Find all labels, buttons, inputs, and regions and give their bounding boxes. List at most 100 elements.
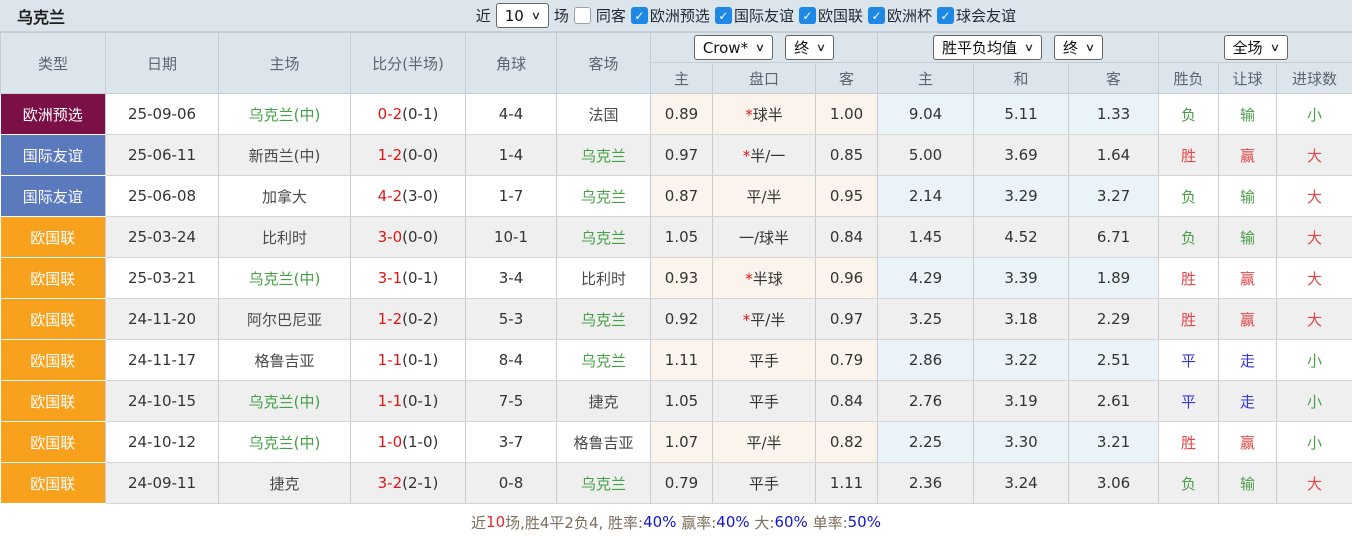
score-cell: 1-1(0-1) xyxy=(351,381,466,422)
odds-draw: 3.22 xyxy=(974,340,1069,381)
odds-lose: 1.33 xyxy=(1069,94,1159,135)
away-team: 乌克兰 xyxy=(557,463,651,504)
home-team: 新西兰(中) xyxy=(219,135,351,176)
type-badge: 欧洲预选 xyxy=(1,94,106,135)
handicap-home-odds: 1.11 xyxy=(651,340,713,381)
checkbox-checked-icon[interactable] xyxy=(799,7,816,24)
handicap-away-odds: 0.84 xyxy=(816,217,878,258)
bookmaker-time-select[interactable]: 终∨ xyxy=(785,35,834,60)
result-handicap: 输 xyxy=(1219,94,1277,135)
odds-lose: 1.89 xyxy=(1069,258,1159,299)
checkbox-checked-icon[interactable] xyxy=(937,7,954,24)
corner-score: 3-4 xyxy=(466,258,557,299)
away-team: 乌克兰 xyxy=(557,299,651,340)
match-date: 24-11-20 xyxy=(106,299,219,340)
home-team: 比利时 xyxy=(219,217,351,258)
home-team: 乌克兰(中) xyxy=(219,258,351,299)
handicap-line: *平/半 xyxy=(713,299,816,340)
result-goals: 小 xyxy=(1277,381,1352,422)
checkbox-checked-icon[interactable] xyxy=(715,7,732,24)
col-header-score: 比分(半场) xyxy=(351,33,466,94)
summary-win-label: 赢率: xyxy=(676,512,716,533)
filter-euro-cup[interactable]: 欧洲杯 xyxy=(868,5,932,26)
odds-type-select[interactable]: 胜平负均值∨ xyxy=(933,35,1042,60)
away-team: 捷克 xyxy=(557,381,651,422)
result-goals: 小 xyxy=(1277,94,1352,135)
result-goals: 大 xyxy=(1277,217,1352,258)
odds-draw: 3.24 xyxy=(974,463,1069,504)
checkbox-checked-icon[interactable] xyxy=(631,7,648,24)
result-handicap: 赢 xyxy=(1219,299,1277,340)
score-cell: 1-2(0-2) xyxy=(351,299,466,340)
match-row: 欧洲预选25-09-06乌克兰(中)0-2(0-1)4-4法国0.89*球半1.… xyxy=(1,94,1352,135)
filter-intl-friendly[interactable]: 国际友谊 xyxy=(715,5,794,26)
type-badge: 欧国联 xyxy=(1,258,106,299)
handicap-home-odds: 0.87 xyxy=(651,176,713,217)
match-date: 24-09-11 xyxy=(106,463,219,504)
match-history-page: 乌克兰 近 10∨ 场 同客 欧洲预选 国际友谊 欧国联 欧洲杯 球会友谊 类型… xyxy=(0,0,1352,538)
odds-win: 2.36 xyxy=(878,463,974,504)
filter-club-friendly[interactable]: 球会友谊 xyxy=(937,5,1016,26)
odds-draw: 3.19 xyxy=(974,381,1069,422)
result-wdl: 负 xyxy=(1159,463,1219,504)
corner-score: 5-3 xyxy=(466,299,557,340)
odds-win: 2.25 xyxy=(878,422,974,463)
summary-win-rate: 40% xyxy=(643,513,676,531)
score-cell: 0-2(0-1) xyxy=(351,94,466,135)
score-cell: 3-1(0-1) xyxy=(351,258,466,299)
match-date: 25-03-21 xyxy=(106,258,219,299)
summary-bar: 近10场,胜4平2负4, 胜率:40% 赢率:40% 大:60% 单率:50% xyxy=(0,504,1352,538)
handicap-away-odds: 1.00 xyxy=(816,94,878,135)
summary-single-rate: 50% xyxy=(848,513,881,531)
score-cell: 1-2(0-0) xyxy=(351,135,466,176)
summary-single-label: 单率: xyxy=(808,512,848,533)
result-wdl: 胜 xyxy=(1159,299,1219,340)
handicap-line: 平/半 xyxy=(713,176,816,217)
result-wdl: 胜 xyxy=(1159,258,1219,299)
match-row: 欧国联25-03-24比利时3-0(0-0)10-1乌克兰1.05一/球半0.8… xyxy=(1,217,1352,258)
same-away-checkbox[interactable] xyxy=(574,7,591,24)
result-group-header: 全场∨ xyxy=(1159,33,1352,63)
away-team: 比利时 xyxy=(557,258,651,299)
filter-euro-qualifier[interactable]: 欧洲预选 xyxy=(631,5,710,26)
chevron-down-icon: ∨ xyxy=(531,9,541,22)
odds-draw: 3.69 xyxy=(974,135,1069,176)
sub-header-result-handicap: 让球 xyxy=(1219,63,1277,94)
checkbox-checked-icon[interactable] xyxy=(868,7,885,24)
result-goals: 大 xyxy=(1277,299,1352,340)
handicap-away-odds: 0.97 xyxy=(816,299,878,340)
result-handicap: 走 xyxy=(1219,340,1277,381)
near-label: 近 xyxy=(476,5,491,26)
away-team: 法国 xyxy=(557,94,651,135)
odds-time-select[interactable]: 终∨ xyxy=(1054,35,1103,60)
handicap-group-header: Crow*∨ 终∨ xyxy=(651,33,878,63)
filter-nations-league[interactable]: 欧国联 xyxy=(799,5,863,26)
match-row: 欧国联25-03-21乌克兰(中)3-1(0-1)3-4比利时0.93*半球0.… xyxy=(1,258,1352,299)
match-count-select[interactable]: 10∨ xyxy=(496,3,549,28)
chevron-down-icon: ∨ xyxy=(1085,41,1095,54)
home-team: 阿尔巴尼亚 xyxy=(219,299,351,340)
match-row: 欧国联24-11-17格鲁吉亚1-1(0-1)8-4乌克兰1.11平手0.792… xyxy=(1,340,1352,381)
corner-score: 10-1 xyxy=(466,217,557,258)
handicap-away-odds: 0.95 xyxy=(816,176,878,217)
sub-header-odds-draw: 和 xyxy=(974,63,1069,94)
result-goals: 大 xyxy=(1277,463,1352,504)
result-goals: 小 xyxy=(1277,422,1352,463)
bookmaker-select[interactable]: Crow*∨ xyxy=(694,35,773,60)
result-handicap: 输 xyxy=(1219,176,1277,217)
corner-score: 3-7 xyxy=(466,422,557,463)
match-date: 25-09-06 xyxy=(106,94,219,135)
handicap-line: 平手 xyxy=(713,381,816,422)
match-row: 国际友谊25-06-11新西兰(中)1-2(0-0)1-4乌克兰0.97*半/一… xyxy=(1,135,1352,176)
match-row: 欧国联24-11-20阿尔巴尼亚1-2(0-2)5-3乌克兰0.92*平/半0.… xyxy=(1,299,1352,340)
odds-lose: 2.29 xyxy=(1069,299,1159,340)
odds-draw: 5.11 xyxy=(974,94,1069,135)
result-wdl: 胜 xyxy=(1159,422,1219,463)
handicap-line: 平手 xyxy=(713,463,816,504)
odds-win: 5.00 xyxy=(878,135,974,176)
same-away-label[interactable]: 同客 xyxy=(596,5,626,26)
scope-select[interactable]: 全场∨ xyxy=(1224,35,1288,60)
odds-draw: 3.29 xyxy=(974,176,1069,217)
odds-lose: 2.51 xyxy=(1069,340,1159,381)
match-date: 24-10-15 xyxy=(106,381,219,422)
